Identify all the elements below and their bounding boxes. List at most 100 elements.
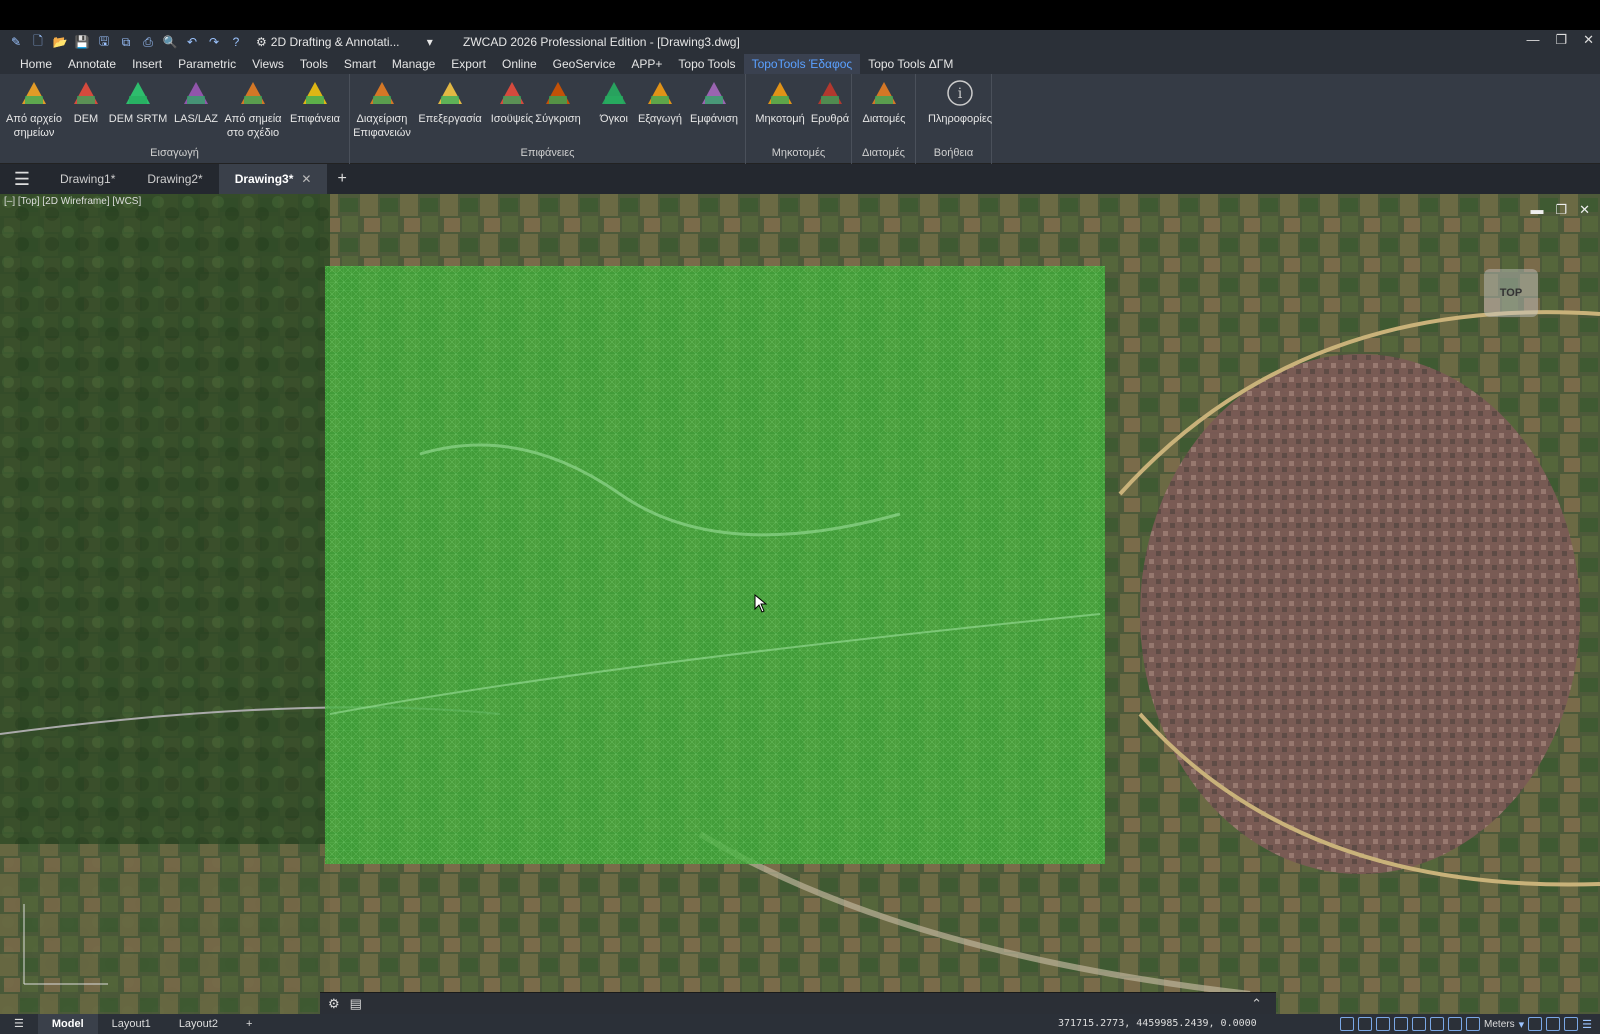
- copy-icon[interactable]: ⧉: [118, 34, 134, 50]
- ribbon-group-1: Διαχείριση Επιφανειών Επεξεργασία Ισοϋψείς…: [350, 74, 746, 164]
- ribbon-group-3: Διατομές Διατομές: [852, 74, 916, 164]
- ribbon-button-label: Από σημεία στο σχέδιο: [224, 113, 282, 139]
- model-tab[interactable]: Model: [37, 1014, 98, 1034]
- print-preview-icon[interactable]: 🔍: [162, 34, 178, 50]
- menu-item-9[interactable]: Online: [494, 54, 545, 74]
- restore-viewport-icon[interactable]: ❐: [1555, 202, 1567, 218]
- status-toggles: Meters ▾ ☰: [1340, 1017, 1592, 1031]
- menu-item-2[interactable]: Insert: [124, 54, 170, 74]
- status-menu-icon[interactable]: ☰: [0, 1014, 38, 1034]
- command-line[interactable]: ⚙ ▤ ⌃: [320, 992, 1276, 1014]
- minimize-icon[interactable]: —: [1526, 32, 1539, 48]
- grid-icon[interactable]: [1358, 1017, 1373, 1031]
- fullscreen-icon[interactable]: [1564, 1017, 1579, 1031]
- viewport-label[interactable]: [–] [Top] [2D Wireframe] [WCS]: [4, 196, 141, 207]
- add-layout-icon[interactable]: +: [232, 1014, 266, 1034]
- mouse-cursor-icon: [754, 594, 768, 613]
- doc-tab-label: Drawing1*: [60, 172, 116, 186]
- workspace-gear-icon[interactable]: [1546, 1017, 1561, 1031]
- workspace-selector[interactable]: ⚙ 2D Drafting & Annotati... ▾: [256, 35, 433, 49]
- settings-icon[interactable]: ⚙: [328, 996, 340, 1012]
- ribbon-button-label: LAS/LAZ: [173, 113, 219, 125]
- menu-item-6[interactable]: Smart: [336, 54, 384, 74]
- menu-item-7[interactable]: Manage: [384, 54, 443, 74]
- annotation-icon[interactable]: [1528, 1017, 1543, 1031]
- menu-item-4[interactable]: Views: [244, 54, 292, 74]
- menu-item-8[interactable]: Export: [443, 54, 494, 74]
- snap-icon[interactable]: [1340, 1017, 1355, 1031]
- ribbon-tool-icon: i: [945, 78, 975, 108]
- ribbon-tool-icon: [181, 78, 211, 108]
- app-logo-icon[interactable]: ✎: [8, 34, 24, 50]
- expand-up-icon[interactable]: ⌃: [1251, 996, 1262, 1012]
- ribbon-group-label: Βοήθεια: [933, 147, 974, 159]
- close-viewport-icon[interactable]: ✕: [1579, 202, 1590, 218]
- layout2-tab[interactable]: Layout2: [165, 1014, 232, 1034]
- view-cube[interactable]: TOP: [1484, 269, 1538, 317]
- menu-item-12[interactable]: Topo Tools: [670, 54, 743, 74]
- drawing-viewport[interactable]: [–] [Top] [2D Wireframe] [WCS] ▬ ❐ ✕ TOP: [0, 194, 1600, 1014]
- new-tab-icon[interactable]: +: [337, 170, 346, 188]
- otrack-icon[interactable]: [1430, 1017, 1445, 1031]
- osnap-icon[interactable]: [1412, 1017, 1427, 1031]
- open-folder-icon[interactable]: 📂: [52, 34, 68, 50]
- customize-menu-icon[interactable]: ☰: [1582, 1018, 1592, 1031]
- workspace-label: 2D Drafting & Annotati...: [270, 35, 400, 49]
- menu-item-14[interactable]: Topo Tools ΔΓΜ: [860, 54, 961, 74]
- menu-item-1[interactable]: Annotate: [60, 54, 124, 74]
- doc-tab-label: Drawing3*: [234, 172, 294, 186]
- ribbon-group-label: Εισαγωγή: [150, 147, 199, 159]
- ribbon-button-label: Διαχείριση Επιφανειών: [353, 113, 411, 139]
- document-tabs-bar: ☰ Drawing1* Drawing2* Drawing3* ✕ +: [0, 164, 1600, 194]
- polar-icon[interactable]: [1394, 1017, 1409, 1031]
- new-file-icon[interactable]: 🗋: [30, 34, 46, 50]
- menu-item-13[interactable]: TopoTools Έδαφος: [743, 54, 861, 74]
- lineweight-icon[interactable]: [1448, 1017, 1463, 1031]
- minimize-viewport-icon[interactable]: ▬: [1530, 202, 1543, 218]
- undo-icon[interactable]: ↶: [184, 34, 200, 50]
- units-label[interactable]: Meters: [1484, 1019, 1515, 1030]
- menu-item-10[interactable]: GeoService: [545, 54, 624, 74]
- ribbon-button-3-0[interactable]: Διατομές: [844, 78, 924, 126]
- ribbon-button-label: Εμφάνιση: [689, 113, 739, 125]
- command-history-icon[interactable]: ▤: [350, 996, 362, 1012]
- close-icon[interactable]: ✕: [1583, 32, 1594, 48]
- doc-tab-drawing2[interactable]: Drawing2*: [131, 164, 218, 194]
- ribbon-button-label: Πληροφορίες: [927, 113, 993, 125]
- help-icon[interactable]: ?: [228, 34, 244, 50]
- quick-access-toolbar: ✎ 🗋 📂 💾 🖫 ⧉ ⎙ 🔍 ↶ ↷ ? ⚙ 2D Drafting & An…: [0, 34, 433, 50]
- save-icon[interactable]: 💾: [74, 34, 90, 50]
- ribbon-tool-icon: [543, 78, 573, 108]
- ribbon-tool-icon: [435, 78, 465, 108]
- save-as-icon[interactable]: 🖫: [96, 34, 112, 50]
- ortho-icon[interactable]: [1376, 1017, 1391, 1031]
- menu-bar: Home Annotate Insert Parametric Views Tools Sm…: [0, 54, 1600, 74]
- ribbon-group-0: Από αρχείο σημείων DEM DEM SRTM LAS/LAZ Από …: [0, 74, 350, 164]
- transparency-icon[interactable]: [1466, 1017, 1481, 1031]
- menu-item-5[interactable]: Tools: [292, 54, 336, 74]
- chevron-down-icon[interactable]: ▾: [1519, 1018, 1525, 1031]
- hamburger-menu-icon[interactable]: ☰: [0, 169, 44, 190]
- window-controls: — ❐ ✕: [1526, 32, 1594, 48]
- ribbon-tool-icon: [869, 78, 899, 108]
- close-tab-icon[interactable]: ✕: [301, 172, 311, 186]
- menu-item-3[interactable]: Parametric: [170, 54, 244, 74]
- menu-item-0[interactable]: Home: [12, 54, 60, 74]
- ribbon-tool-icon: [367, 78, 397, 108]
- maximize-icon[interactable]: ❐: [1555, 32, 1567, 48]
- ribbon-group-label: Διατομές: [861, 147, 905, 159]
- ucs-axis-icon: [23, 904, 108, 985]
- menu-item-11[interactable]: APP+: [623, 54, 670, 74]
- ribbon-button-label: DEM: [73, 113, 99, 125]
- screen-top-bar: [0, 0, 1600, 30]
- redo-icon[interactable]: ↷: [206, 34, 222, 50]
- svg-text:i: i: [958, 86, 963, 102]
- ribbon-tool-icon: [699, 78, 729, 108]
- print-icon[interactable]: ⎙: [140, 34, 156, 50]
- doc-tab-drawing3[interactable]: Drawing3* ✕: [218, 164, 328, 194]
- layout1-tab[interactable]: Layout1: [98, 1014, 165, 1034]
- ribbon-group-label: Μηκοτομές: [771, 147, 826, 159]
- ribbon-group-2: Μηκοτομή Ερυθρά Μηκοτομές: [746, 74, 852, 164]
- doc-tab-drawing1[interactable]: Drawing1*: [44, 164, 131, 194]
- ribbon-button-4-0[interactable]: i Πληροφορίες: [920, 78, 1000, 126]
